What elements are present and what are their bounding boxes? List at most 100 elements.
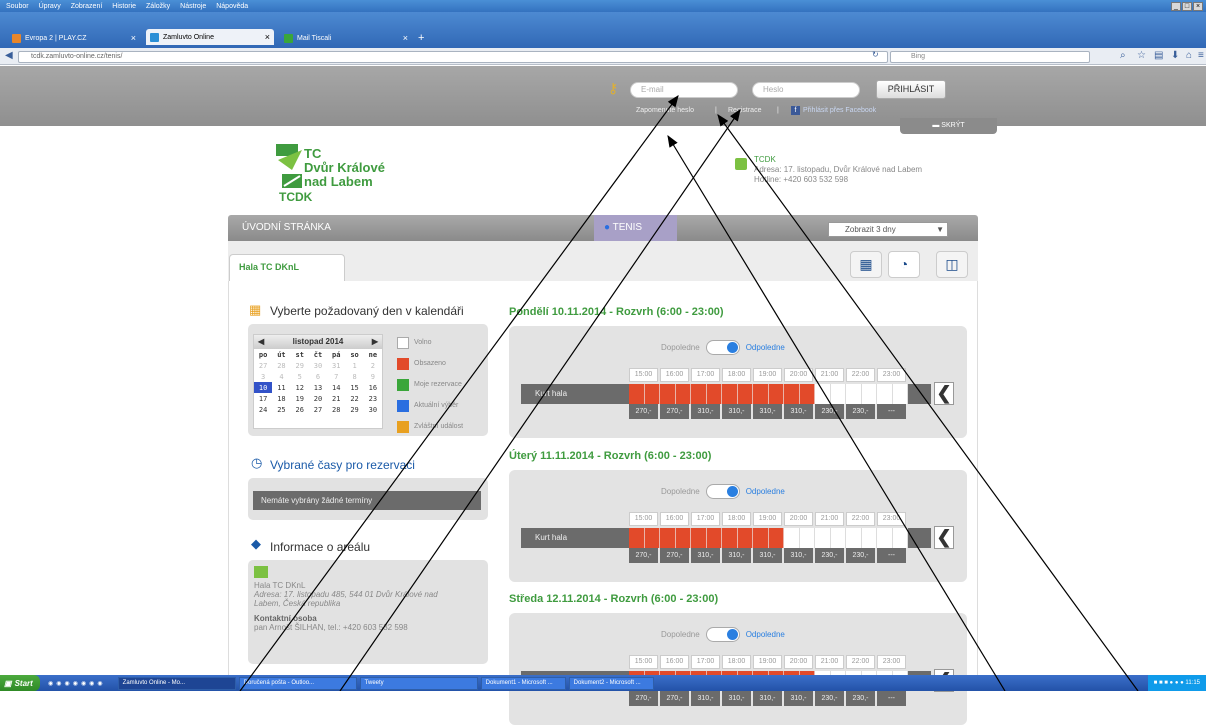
days-select[interactable]: Zobrazit 3 dny ▼ [828, 222, 948, 237]
calendar-day[interactable]: 4 [272, 371, 290, 382]
slot-booked[interactable] [691, 384, 707, 404]
slot-booked[interactable] [737, 528, 753, 548]
calendar-day[interactable]: 29 [345, 404, 363, 415]
calendar-day[interactable]: 19 [291, 393, 309, 404]
tab-mail-tiscali[interactable]: Mail Tiscali × [280, 31, 412, 45]
calendar-day[interactable]: 25 [272, 404, 290, 415]
chevron-left-icon[interactable]: ❮ [934, 382, 954, 405]
maximize-icon[interactable]: □ [1182, 1, 1192, 11]
new-tab-button[interactable]: + [414, 31, 428, 45]
calendar-day[interactable]: 27 [309, 404, 327, 415]
toggle-switch[interactable] [705, 627, 740, 642]
calendar-day[interactable]: 1 [345, 360, 363, 371]
calendar-day[interactable]: 5 [291, 371, 309, 382]
taskbar-item[interactable]: Doručená pošta - Outloo... [238, 676, 357, 690]
afternoon-label[interactable]: Odpoledne [746, 343, 785, 352]
slot-booked[interactable] [722, 384, 738, 404]
slot-booked[interactable] [737, 384, 753, 404]
taskbar-item[interactable]: Tweety [359, 676, 478, 690]
register-link[interactable]: Registrace [728, 107, 761, 114]
menu-view[interactable]: Zobrazení [71, 3, 103, 10]
slot-free[interactable] [892, 528, 908, 548]
slot-booked[interactable] [799, 384, 815, 404]
calendar-day[interactable]: 3 [254, 371, 272, 382]
calendar-day[interactable]: 2 [364, 360, 382, 371]
login-button[interactable]: PŘIHLÁSIT [876, 80, 946, 99]
slot-booked[interactable] [629, 384, 645, 404]
close-tab-icon[interactable]: × [403, 33, 408, 43]
slot-booked[interactable] [722, 528, 738, 548]
menu-history[interactable]: Historie [112, 3, 136, 10]
slot-booked[interactable] [675, 528, 691, 548]
slot-free[interactable] [846, 384, 862, 404]
close-tab-icon[interactable]: × [131, 33, 136, 43]
calendar-day[interactable]: 22 [345, 393, 363, 404]
tab-hala[interactable]: Hala TC DKnL [229, 254, 345, 281]
calendar-day[interactable]: 13 [309, 382, 327, 393]
nav-tenis[interactable]: ● TENIS [594, 215, 677, 241]
morning-label[interactable]: Dopoledne [661, 630, 700, 639]
email-field[interactable]: E-mail [630, 82, 738, 98]
slot-booked[interactable] [644, 528, 660, 548]
morning-label[interactable]: Dopoledne [661, 487, 700, 496]
calendar-day[interactable]: 15 [345, 382, 363, 393]
chevron-left-icon[interactable]: ❮ [934, 526, 954, 549]
morning-label[interactable]: Dopoledne [661, 343, 700, 352]
slot-booked[interactable] [768, 528, 784, 548]
slot-booked[interactable] [753, 384, 769, 404]
calendar-day[interactable]: 28 [327, 404, 345, 415]
calendar-day[interactable]: 29 [291, 360, 309, 371]
afternoon-label[interactable]: Odpoledne [746, 487, 785, 496]
calendar-day[interactable]: 31 [327, 360, 345, 371]
slot-free[interactable] [815, 528, 831, 548]
calendar-day[interactable]: 17 [254, 393, 272, 404]
prev-month-icon[interactable]: ◀ [258, 335, 264, 349]
back-icon[interactable]: ◀ [5, 50, 13, 61]
calendar-day[interactable]: 7 [327, 371, 345, 382]
slot-booked[interactable] [660, 528, 676, 548]
tab-evropa2[interactable]: Evropa 2 | PLAY.CZ × [8, 31, 140, 45]
calendar-day[interactable]: 20 [309, 393, 327, 404]
slot-free[interactable] [830, 528, 846, 548]
slot-free[interactable] [830, 384, 846, 404]
slot-booked[interactable] [784, 384, 800, 404]
slot-free[interactable] [861, 384, 877, 404]
menu-bookmarks[interactable]: Záložky [146, 3, 170, 10]
reload-icon[interactable]: ↻ [872, 50, 879, 59]
start-button[interactable]: ▣ Start [0, 675, 40, 691]
password-field[interactable]: Heslo [752, 82, 860, 98]
slot-booked[interactable] [629, 528, 645, 548]
slot-free[interactable] [799, 528, 815, 548]
calendar-day[interactable]: 23 [364, 393, 382, 404]
calendar-day[interactable]: 24 [254, 404, 272, 415]
slot-booked[interactable] [660, 384, 676, 404]
calendar-day-selected[interactable]: 10 [254, 382, 273, 393]
calendar-day[interactable]: 9 [364, 371, 382, 382]
tab-zamluvto[interactable]: Zamluvto Online × [146, 29, 274, 45]
facebook-login-link[interactable]: Přihlásit přes Facebook [803, 107, 876, 114]
calendar-day[interactable]: 8 [345, 371, 363, 382]
column-view-icon[interactable]: ◫ [936, 251, 968, 278]
taskbar-item[interactable]: Dokument1 - Microsoft ... [480, 676, 566, 690]
quick-launch-icons[interactable]: ◉◉◉◉◉◉◉ [48, 680, 106, 687]
slot-booked[interactable] [675, 384, 691, 404]
forgot-password-link[interactable]: Zapomenuté heslo [636, 107, 694, 114]
calendar-day[interactable]: 18 [272, 393, 290, 404]
slot-free[interactable] [877, 384, 893, 404]
toggle-switch[interactable] [705, 340, 740, 355]
next-month-icon[interactable]: ▶ [372, 335, 378, 349]
menu-help[interactable]: Nápověda [216, 3, 248, 10]
calendar-day[interactable]: 26 [291, 404, 309, 415]
taskbar-item[interactable]: Dokument2 - Microsoft ... [568, 676, 654, 690]
calendar-day[interactable]: 6 [309, 371, 327, 382]
close-icon[interactable]: × [1193, 1, 1203, 11]
calendar-day[interactable]: 30 [364, 404, 382, 415]
day-view-icon[interactable]: ◔ [888, 251, 920, 278]
slot-free[interactable] [846, 528, 862, 548]
nav-home[interactable]: ÚVODNÍ STRÁNKA [242, 215, 331, 241]
url-bar[interactable]: tcdk.zamluvto-online.cz/tenis/ [18, 51, 888, 63]
slot-booked[interactable] [706, 528, 722, 548]
slot-free[interactable] [784, 528, 800, 548]
minimize-icon[interactable]: _ [1171, 1, 1181, 11]
calendar-day[interactable]: 16 [364, 382, 382, 393]
